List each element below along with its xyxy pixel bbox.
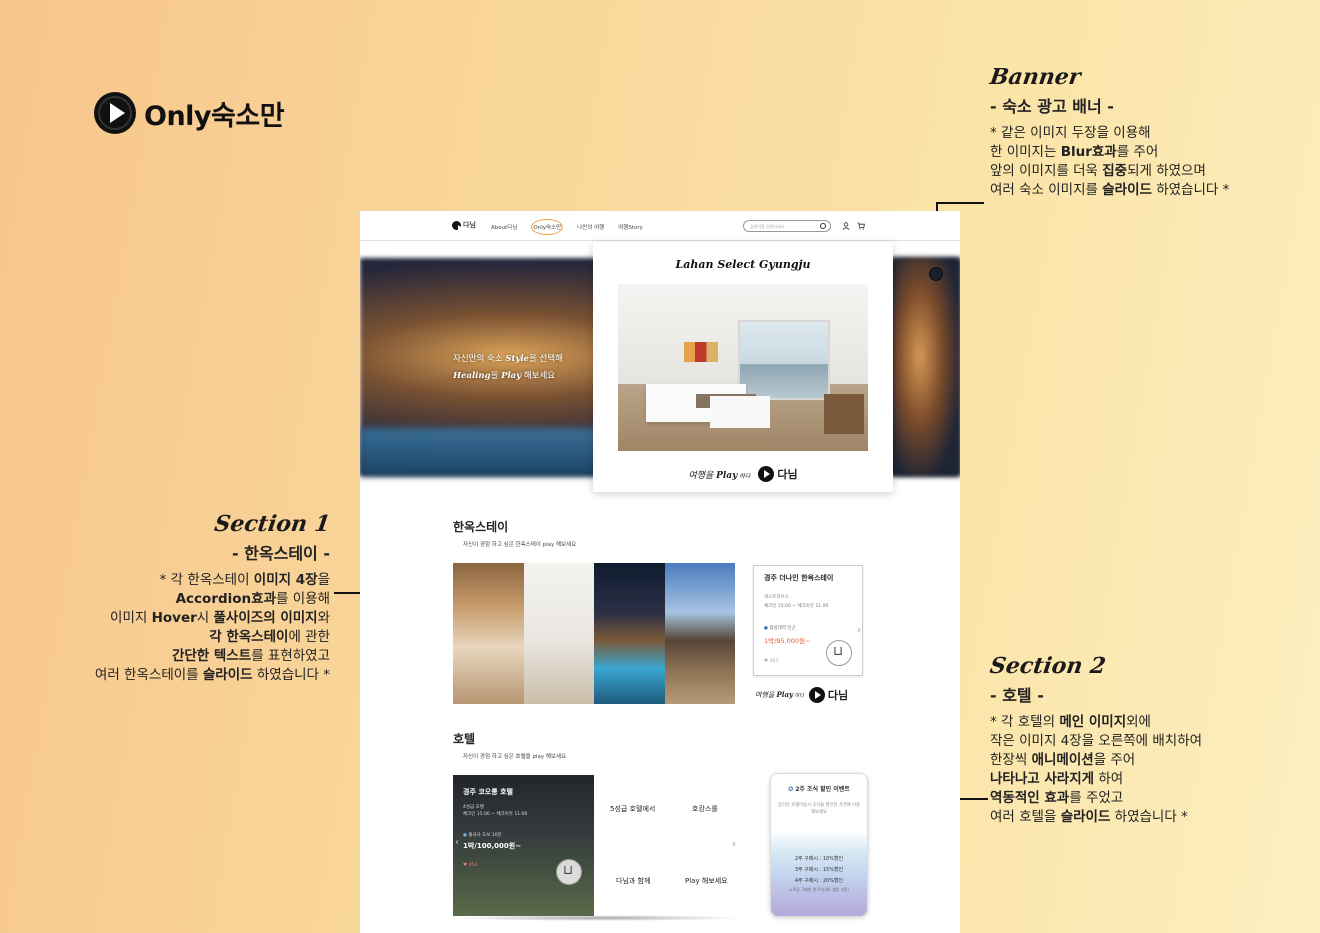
hotel-card-shadow	[453, 915, 743, 921]
section2-note-line: 여러 호텔을 슬라이드 하였습니다 *	[990, 809, 1188, 825]
section2-script-title: Section 2	[988, 653, 1108, 679]
hotel-main-card[interactable]: 경주 코오롱 호텔 4성급 호텔 체크인 15:00 ~ 체크아웃 11:00 …	[453, 775, 594, 916]
hotel-card-price: 1박/100,000원~	[463, 842, 522, 850]
banner-connector-line	[936, 202, 984, 204]
event-discount-item: 3주 구매시 : 15%할인	[794, 867, 844, 873]
banner-focus-card[interactable]: Lahan Select Gyungju 여행을 Play 하다 다님	[593, 242, 893, 492]
nav-item-only[interactable]: Only숙소만	[531, 219, 564, 235]
hanok-card-type: 게스트하우스	[764, 595, 789, 600]
hanok-accordion-image[interactable]	[594, 563, 665, 704]
section2-note-line: 작은 이미지 4장을 오른쪽에 배치하여	[990, 733, 1203, 749]
cart-icon[interactable]	[857, 222, 865, 230]
banner-note-line: * 같은 이미지 두장을 이용해	[990, 125, 1151, 141]
play-logo-icon	[808, 687, 825, 703]
site-nav: 다님 About다님 Only숙소만 나만의 여행 여행Story 검색어를 입…	[360, 211, 960, 241]
hotel-grid-text: 5성급 호텔에서	[610, 805, 656, 813]
section2-note-line: 나타나고 사라지게 하여	[990, 771, 1124, 787]
location-pin-icon: ●	[764, 626, 768, 631]
event-discount-item: 4주 구매시 : 20%할인	[794, 878, 844, 884]
event-title: ✪ 2주 조식 할인 이벤트	[788, 786, 850, 793]
banner-script-title: Banner	[988, 64, 1083, 90]
banner-note-line: 여러 숙소 이미지를 슬라이드 하였습니다 *	[990, 182, 1230, 198]
hotel-card-time: 체크인 15:00 ~ 체크아웃 11:00	[463, 812, 528, 817]
hanok-card-title: 경주 더나인 한옥스테이	[764, 574, 834, 582]
section1-note-line: 여러 한옥스테이를 슬라이드 하였습니다 *	[94, 667, 330, 683]
nav-item-story[interactable]: 여행Story	[618, 223, 643, 231]
nav-item-about[interactable]: About다님	[491, 223, 517, 231]
site-nav-menu: About다님 Only숙소만 나만의 여행 여행Story	[491, 219, 643, 235]
search-placeholder: 검색어를 입력하세요	[750, 224, 785, 229]
section2-subtitle: - 호텔 -	[990, 686, 1044, 705]
section1-note-line: 이미지 Hover시 풀사이즈의 이미지와	[110, 610, 330, 626]
play-logo-icon	[452, 220, 464, 233]
hotel-card-grade: 4성급 호텔	[463, 805, 484, 810]
play-logo-icon	[94, 92, 136, 134]
hotel-section-subtitle: 자신이 경험 하고 싶은 호텔을 play 해보세요	[463, 754, 567, 760]
nav-item-my-trip[interactable]: 나만의 여행	[577, 223, 604, 231]
search-icon[interactable]	[820, 223, 826, 229]
hanok-card-time: 체크인 15:00 ~ 체크아웃 11:00	[764, 604, 829, 609]
banner-note-line: 한 이미지는 Blur효과를 주어	[990, 144, 1159, 160]
event-desc: 장기간 호텔이용시 조식을 할인된 가격에 이용해보세요	[778, 803, 860, 815]
section1-note-line: 간단한 텍스트를 표현하였고	[171, 648, 330, 664]
site-nav-logo[interactable]: 다님	[452, 220, 476, 233]
hotel-card-location: ● 불국사 도보 10분	[463, 833, 502, 838]
banner-annotation: Banner - 숙소 광고 배너 - * 같은 이미지 두장을 이용해 한 이…	[988, 64, 1300, 200]
hotel-card-title: 경주 코오롱 호텔	[463, 788, 513, 796]
section2-note-line: 역동적인 효과를 주었고	[990, 790, 1124, 806]
section1-annotation: Section 1 - 한옥스테이 - * 각 한옥스테이 이미지 4장을 Ac…	[60, 511, 332, 685]
location-pin-icon: ●	[463, 833, 467, 838]
hotel-text-grid: 5성급 호텔에서 호캉스를 다님과 함께 Play 해보세요	[594, 775, 740, 916]
next-chevron-icon[interactable]: ›	[857, 625, 861, 636]
hotel-room-image	[618, 284, 868, 451]
banner-card-footer: 여행을 Play 하다 다님	[688, 466, 798, 482]
section1-note-line: * 각 한옥스테이 이미지 4장을	[159, 572, 330, 588]
hanok-accordion-image[interactable]	[664, 563, 735, 704]
banner-blur-image-right	[893, 258, 960, 476]
section1-note-line: Accordion효과를 이용해	[175, 591, 330, 607]
hanok-section-subtitle: 자신이 경험 하고 싶은 한옥스테이 play 해보세요	[463, 542, 577, 548]
danim-logo: 다님	[758, 466, 798, 482]
banner-note-line: 앞의 이미지를 더욱 집중되게 하였으며	[990, 163, 1206, 179]
banner-subtitle: - 숙소 광고 배너 -	[990, 97, 1114, 116]
site-nav-logo-text: 다님	[463, 221, 476, 229]
hanok-card-location: ● 첨성대역 인근	[764, 626, 796, 631]
hotel-section-title: 호텔	[453, 732, 476, 746]
section2-note-line: 한장씩 애니메이션을 주어	[990, 752, 1136, 768]
section1-script-title: Section 1	[212, 511, 332, 537]
brand-name: Only숙소만	[144, 100, 285, 132]
banner-card-title: Lahan Select Gyungju	[675, 258, 811, 271]
hanok-footer-logo: 여행을 Play 하다 다님	[755, 687, 849, 703]
section1-subtitle: - 한옥스테이 -	[231, 544, 330, 563]
user-icon[interactable]	[842, 222, 850, 230]
site-search-input[interactable]: 검색어를 입력하세요	[743, 220, 831, 232]
event-discount-list: 2주 구매시 : 10%할인 3주 구매시 : 15%할인 4주 구매시 : 2…	[777, 854, 861, 887]
hanok-accordion	[453, 563, 735, 704]
brand-logo: Only숙소만	[92, 90, 285, 136]
hotel-grid-text: 다님과 함께	[616, 877, 651, 885]
event-card[interactable]: ✪ 2주 조식 할인 이벤트 장기간 호텔이용시 조식을 할인된 가격에 이용해…	[770, 773, 868, 917]
hanok-accordion-image[interactable]	[453, 563, 524, 704]
hotel-grid-text: 호캉스를	[692, 805, 718, 813]
add-to-cart-button[interactable]	[826, 640, 852, 666]
section2-annotation: Section 2 - 호텔 - * 각 호텔의 메인 이미지외에 작은 이미지…	[988, 653, 1310, 827]
event-discount-item: 2주 구매시 : 10%할인	[794, 856, 844, 862]
banner-tagline: 자신만의 숙소 Style을 선택해 Healing을 Play 해보세요	[453, 354, 563, 381]
prev-chevron-icon[interactable]: ‹	[455, 837, 459, 848]
website-preview: 다님 About다님 Only숙소만 나만의 여행 여행Story 검색어를 입…	[360, 211, 960, 933]
badge-icon: ✪	[788, 786, 794, 793]
event-note: (1주당 구매한 관 주식세트 할인 기준)	[788, 887, 850, 892]
section1-note-line: 각 한옥스테이에 관한	[209, 629, 330, 645]
next-chevron-icon[interactable]: ›	[732, 839, 736, 850]
section2-note-line: * 각 호텔의 메인 이미지외에	[990, 714, 1151, 730]
add-to-cart-button[interactable]	[556, 859, 582, 885]
hanok-section-title: 한옥스테이	[453, 520, 509, 534]
play-logo-icon	[758, 466, 775, 482]
hanok-info-card[interactable]: 경주 더나인 한옥스테이 게스트하우스 체크인 15:00 ~ 체크아웃 11:…	[753, 565, 863, 676]
hanok-accordion-image[interactable]	[523, 563, 594, 704]
banner-blur-pool	[360, 428, 600, 476]
danim-logo: 다님	[808, 687, 848, 703]
banner-connector-dot	[929, 267, 943, 281]
hotel-grid-text: Play 해보세요	[685, 877, 728, 885]
